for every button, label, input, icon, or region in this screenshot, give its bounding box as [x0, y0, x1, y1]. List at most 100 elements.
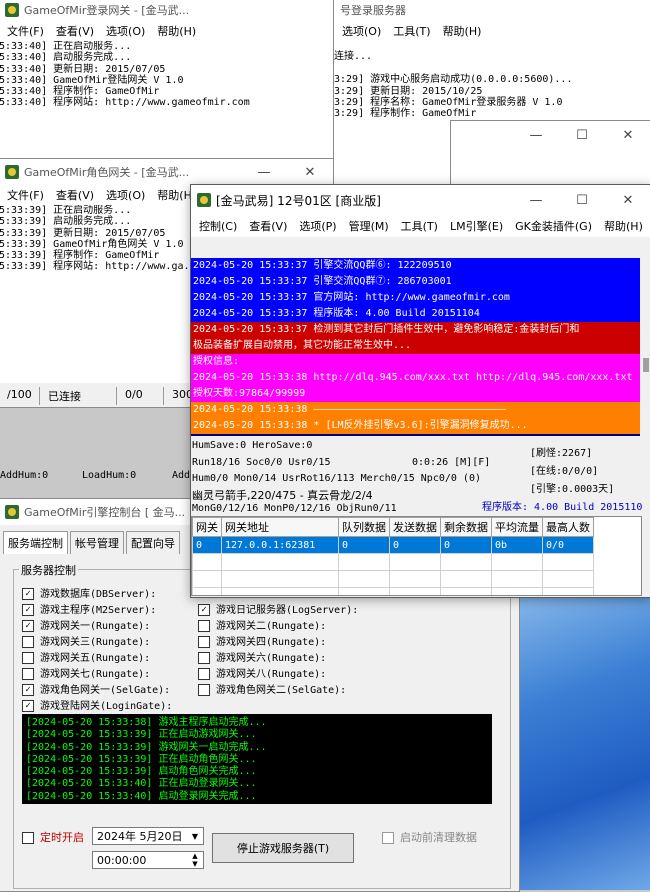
clear-data-checkbox[interactable]: 启动前清理数据 [382, 829, 477, 845]
check-icon: ✓ [22, 700, 34, 712]
checkbox-rungate-1[interactable]: ✓ 游戏网关一(Rungate): [22, 617, 150, 632]
col-sent[interactable]: 发送数据 [389, 517, 441, 537]
sel-gate-titlebar[interactable]: GameOfMir角色网关 - [金马武... — ✕ [0, 159, 333, 185]
menu-options[interactable]: 选项(O) [100, 21, 151, 41]
app-icon [5, 505, 19, 519]
table-row[interactable] [192, 587, 594, 595]
log-line: [2024-05-20 15:33:39] 正在启动角色网关... [26, 753, 257, 765]
menu-options[interactable]: 选项(P) [293, 217, 342, 237]
menu-file[interactable]: 文件(F) [1, 185, 50, 205]
menu-options[interactable]: 选项(O) [100, 185, 151, 205]
status-count: /100 [0, 387, 40, 405]
tab-config[interactable]: 配置向导 [126, 531, 180, 554]
tab-account[interactable]: 帐号管理 [70, 531, 124, 554]
gateway-table: 网关 网关地址 队列数据 发送数据 剩余数据 平均流量 最高人数 0 127.0… [192, 517, 594, 595]
m2-titlebar[interactable]: [金马武易] 12号01区 [商业版] — ☐ ✕ [191, 185, 650, 215]
stat-run: Run18/16 Soc0/0 Usr0/15 [192, 457, 331, 468]
stat-version: 程序版本: 4.00 Build 2015110 [482, 502, 643, 513]
checkbox-rungate-2[interactable]: 游戏网关二(Rungate): [198, 617, 326, 632]
minimize-icon[interactable]: — [241, 159, 287, 185]
menu-options[interactable]: 选项(O) [336, 21, 387, 41]
timer-start-checkbox[interactable]: 定时开启 [22, 829, 84, 845]
checkbox-rungate-6[interactable]: 游戏网关六(Rungate): [198, 649, 326, 664]
close-icon[interactable]: ✕ [605, 121, 650, 149]
time-picker[interactable]: 00:00:00 ▲ ▼ [92, 851, 204, 869]
log-line: 3:29] 程序名称: GameOfMir登录服务器 V 1.0 [334, 96, 563, 108]
startup-log: [2024-05-20 15:33:38] 游戏主程序启动完成... [2024… [22, 714, 492, 804]
spinner-icon[interactable]: ▲ ▼ [187, 852, 203, 868]
menu-view[interactable]: 查看(V) [50, 21, 100, 41]
menu-manage[interactable]: 管理(M) [343, 217, 395, 237]
checkbox-selgate-2[interactable]: 游戏角色网关二(SelGate): [198, 681, 346, 696]
table-row[interactable] [192, 553, 594, 571]
date-picker[interactable]: 2024年 5月20日 ▼ [92, 827, 204, 845]
login-server-titlebar[interactable]: 号登录服务器 [334, 0, 650, 21]
checkbox-rungate-8[interactable]: 游戏网关八(Rungate): [198, 665, 326, 680]
col-address[interactable]: 网关地址 [221, 517, 339, 537]
log-line: 2024-05-20 15:33:38 * [LM反外挂引擎v3.6]:引擎漏洞… [191, 418, 640, 434]
check-icon: ✓ [22, 588, 34, 600]
close-icon[interactable]: ✕ [287, 159, 333, 185]
table-header-row: 网关 网关地址 队列数据 发送数据 剩余数据 平均流量 最高人数 [192, 517, 594, 537]
table-row[interactable]: 0 127.0.0.1:62381 0 0 0 0b 0/0 [192, 536, 594, 554]
stat-mong: MonG0/12/16 MonP0/12/16 ObjRun0/11 [192, 503, 397, 514]
table-row[interactable] [192, 570, 594, 588]
log-line: 2024-05-20 15:33:37 引擎交流QQ群⑥: 122209510 [191, 258, 640, 274]
stop-server-button[interactable]: 停止游戏服务器(T) [212, 833, 354, 863]
checkbox-logingate[interactable]: ✓ 游戏登陆网关(LoginGate): [22, 697, 172, 712]
col-queue[interactable]: 队列数据 [338, 517, 390, 537]
menu-help[interactable]: 帮助(H) [437, 21, 488, 41]
log-line: 5:33:40] 程序制作: GameOfMir [0, 86, 160, 98]
log-line: 2024-05-20 15:33:37 检测到其它封后门插件生效中，避免影响稳定… [191, 322, 640, 338]
col-avg[interactable]: 平均流量 [491, 517, 543, 537]
menu-help[interactable]: 帮助(H) [151, 21, 202, 41]
login-server-menubar: 选项(O) 工具(T) 帮助(H) [334, 21, 650, 41]
window-title: 号登录服务器 [340, 4, 406, 17]
tab-server-control[interactable]: 服务端控制 [3, 531, 68, 554]
log-line: [2024-05-20 15:33:40] 启动登录网关完成... [26, 790, 257, 802]
maximize-icon[interactable]: ☐ [559, 121, 605, 149]
menu-lm-engine[interactable]: LM引擎(E) [444, 217, 509, 237]
check-icon: ✓ [22, 604, 34, 616]
checkbox-m2server[interactable]: ✓ 游戏主程序(M2Server): [22, 601, 156, 616]
control-tabs: 服务端控制 帐号管理 配置向导 [3, 531, 180, 554]
col-gate[interactable]: 网关 [192, 517, 222, 537]
checkbox-rungate-5[interactable]: 游戏网关五(Rungate): [22, 649, 150, 664]
checkbox-rungate-7[interactable]: 游戏网关七(Rungate): [22, 665, 150, 680]
log-line: 2024-05-20 15:33:38 ————————————————————… [191, 402, 640, 418]
addhum-label: AddHum:0 [0, 470, 49, 481]
col-remain[interactable]: 剩余数据 [440, 517, 492, 537]
scrollbar[interactable] [641, 258, 650, 436]
blank-dialog-titlebar[interactable]: — ☐ ✕ [451, 121, 650, 149]
status-connection: 已连接 [40, 387, 117, 405]
login-gate-log: 5:33:40] 正在启动服务... 5:33:40] 启动服务完成... 5:… [0, 41, 333, 167]
menu-view[interactable]: 查看(V) [50, 185, 100, 205]
scrollbar-thumb[interactable] [643, 358, 649, 372]
checkbox-rungate-3[interactable]: 游戏网关三(Rungate): [22, 633, 150, 648]
log-line: 5:33:40] GameOfMir登陆网关 V 1.0 [0, 74, 184, 86]
close-icon[interactable]: ✕ [605, 185, 650, 215]
menu-gk-plugin[interactable]: GK金装插件(G) [509, 217, 598, 237]
menu-tools[interactable]: 工具(T) [387, 21, 436, 41]
log-line: 3:29] 程序制作: GameOfMir [334, 108, 477, 120]
window-title: GameOfMir角色网关 - [金马武... [24, 166, 190, 179]
maximize-icon[interactable]: ☐ [559, 185, 605, 215]
status-queue: 0/0 [117, 387, 164, 405]
menu-tools[interactable]: 工具(T) [395, 217, 444, 237]
menu-view[interactable]: 查看(V) [243, 217, 293, 237]
checkbox-dbserver[interactable]: ✓ 游戏数据库(DBServer): [22, 585, 156, 600]
window-title: [金马武易] 12号01区 [商业版] [216, 193, 381, 208]
menu-help[interactable]: 帮助(H) [598, 217, 649, 237]
checkbox-rungate-4[interactable]: 游戏网关四(Rungate): [198, 633, 326, 648]
checkbox-logserver[interactable]: ✓ 游戏日记服务器(LogServer): [198, 601, 358, 616]
menu-control[interactable]: 控制(C) [193, 217, 243, 237]
stat-hum: Hum0/0 Mon0/14 UsrRot16/113 Merch0/15 Np… [192, 473, 481, 484]
check-icon: ✓ [22, 684, 34, 696]
chevron-down-icon[interactable]: ▼ [187, 832, 203, 841]
minimize-icon[interactable]: — [513, 185, 559, 215]
checkbox-selgate-1[interactable]: ✓ 游戏角色网关一(SelGate): [22, 681, 170, 696]
menu-file[interactable]: 文件(F) [1, 21, 50, 41]
col-max[interactable]: 最高人数 [542, 517, 594, 537]
minimize-icon[interactable]: — [513, 121, 559, 149]
login-gate-titlebar[interactable]: GameOfMir登录网关 - [金马武... [0, 0, 333, 21]
